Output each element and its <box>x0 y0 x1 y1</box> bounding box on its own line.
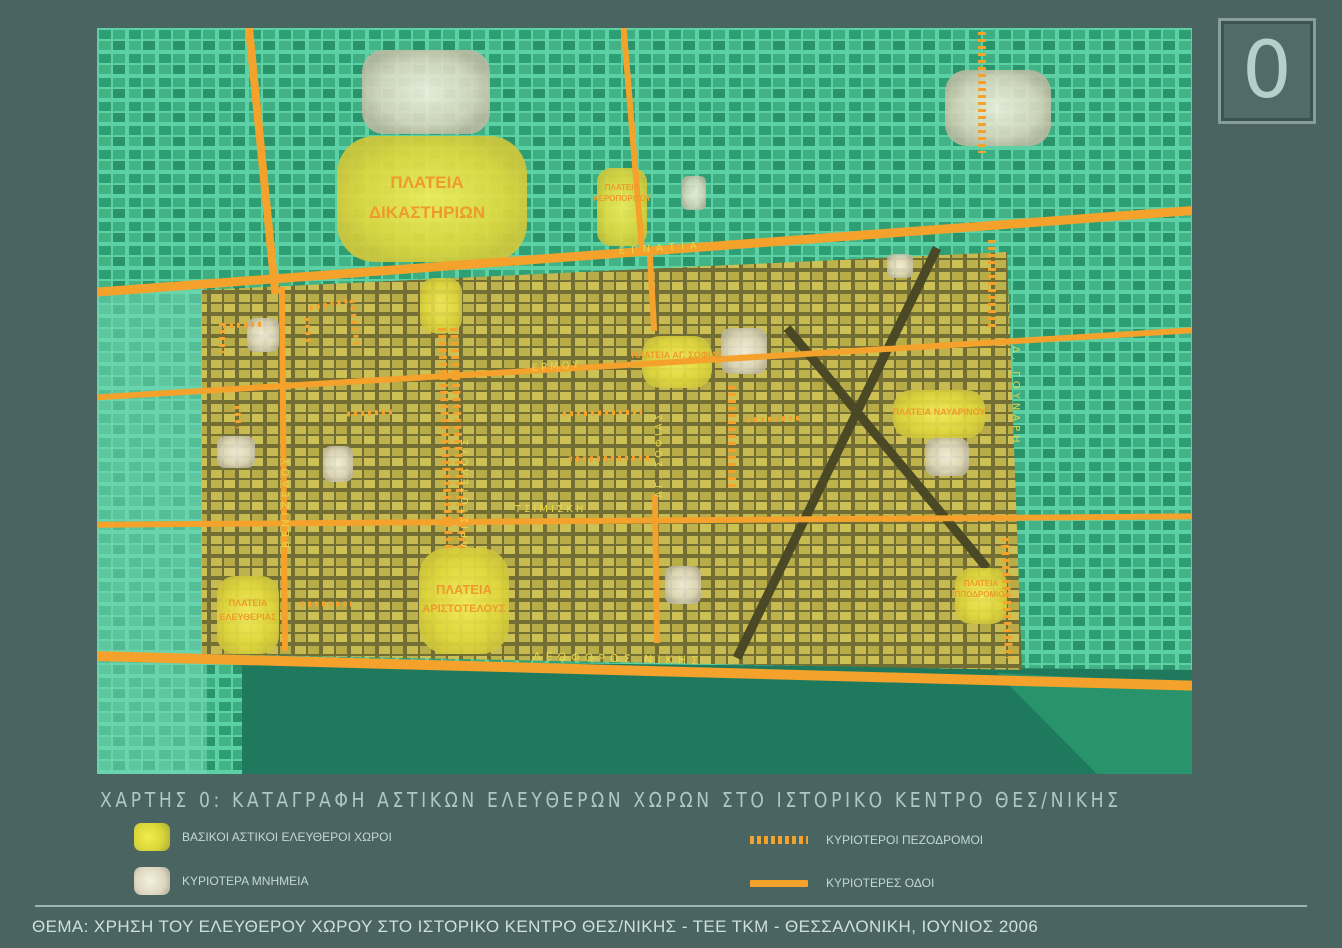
monument-aeropoliton <box>682 176 706 210</box>
square-label-aeropoliton-1: ΠΛΑΤΕΙΑ <box>605 183 640 192</box>
square-label-eleftherias-2: ΕΛΕΥΘΕΡΙΑΣ <box>219 612 277 622</box>
street-label-aristotelous: ΑΡΙΣΤΟΤΕΛΟΥΣ <box>460 436 471 548</box>
legend-pedestrian-streets: ΚΥΡΙΟΤΕΡΟΙ ΠΕΖΟΔΡΟΜΟΙ <box>750 833 983 847</box>
road-agias-sofias-upper <box>646 254 658 332</box>
open-space-dikastirion <box>337 136 527 262</box>
west-district <box>97 288 207 774</box>
monument-agia-sofia <box>721 328 767 374</box>
pedestrian-street-swatch-icon <box>750 836 808 844</box>
square-label-aristotelous-1: ΠΛΑΤΕΙΑ <box>436 582 493 597</box>
footer-text: ΘΕΜΑ: ΧΡΗΣΗ ΤΟΥ ΕΛΕΥΘΕΡΟΥ ΧΩΡΟΥ ΣΤΟ ΙΣΤΟ… <box>32 917 1039 936</box>
street-label-gounari: Δ. ΓΟΥΝΑΡΗ <box>1010 346 1021 447</box>
legend-open-spaces: ΒΑΣΙΚΟΙ ΑΣΤΙΚΟΙ ΕΛΕΥΘΕΡΟΙ ΧΩΡΟΙ <box>134 823 392 851</box>
monument-bezesteni <box>323 446 353 482</box>
legend-main-roads: ΚΥΡΙΟΤΕΡΕΣ ΟΔΟΙ <box>750 876 934 890</box>
open-space-aristotelous-north <box>420 278 462 333</box>
map-canvas: ΕΓΝΑΤΙΑ ΕΡΜΟΥ ΤΣΙΜΙΣΚΗ ΛΕΩΦΟΡΟΣ ΝΙΚΗΣ ΒΕ… <box>97 28 1192 774</box>
map-title: ΧΑΡΤΗΣ 0: ΚΑΤΑΓΡΑΦΗ ΑΣΤΙΚΩΝ ΕΛΕΥΘΕΡΩΝ ΧΩ… <box>100 788 1122 812</box>
square-label-aeropoliton-2: ΑΕΡΟΠΟΡΙΤΟΥ <box>593 194 652 203</box>
footer-divider <box>35 905 1307 907</box>
square-label-navarinou: ΠΛΑΤΕΙΑ ΝΑΥΑΡΙΝΟΥ <box>893 407 986 417</box>
legend-open-spaces-label: ΒΑΣΙΚΟΙ ΑΣΤΙΚΟΙ ΕΛΕΥΘΕΡΟΙ ΧΩΡΟΙ <box>182 830 392 844</box>
legend-monuments: ΚΥΡΙΟΤΕΡΑ ΜΝΗΜΕΙΑ <box>134 867 308 895</box>
street-label-tsimiski: ΤΣΙΜΙΣΚΗ <box>514 504 586 515</box>
open-space-swatch-icon <box>134 823 170 851</box>
street-label-venizelou: ΒΕΝΙΖΕΛΟΥ <box>281 454 292 548</box>
square-label-agias-sofias: ΠΛΑΤΕΙΑ ΑΓ. ΣΟΦΙΑΣ <box>631 350 723 360</box>
square-label-ippodromiou-2: ΙΠΠΟΔΡΟΜΙΟΥ <box>952 590 1010 599</box>
map-number-badge: 0 <box>1218 18 1316 124</box>
square-label-ippodromiou-1: ΠΛΑΤΕΙΑ <box>964 579 999 588</box>
legend-pedestrian-streets-label: ΚΥΡΙΟΤΕΡΟΙ ΠΕΖΟΔΡΟΜΟΙ <box>826 833 984 847</box>
monument-panagia-acheiropoietos <box>925 438 969 476</box>
monument-bey-hamam <box>217 436 255 468</box>
monument-rotonda <box>945 70 1051 146</box>
square-label-aristotelous-2: ΑΡΙΣΤΟΤΕΛΟΥΣ <box>422 603 506 615</box>
city-map: ΕΓΝΑΤΙΑ ΕΡΜΟΥ ΤΣΙΜΙΣΚΗ ΛΕΩΦΟΡΟΣ ΝΙΚΗΣ ΒΕ… <box>97 28 1192 774</box>
legend-main-roads-label: ΚΥΡΙΟΤΕΡΕΣ ΟΔΟΙ <box>826 876 935 890</box>
square-label-dikastirion-1: ΠΛΑΤΕΙΑ <box>390 173 463 192</box>
monument-white-tower-area <box>665 566 701 604</box>
legend-monuments-label: ΚΥΡΙΟΤΕΡΑ ΜΝΗΜΕΙΑ <box>182 874 309 888</box>
road-agias-sofias-lower <box>651 494 661 644</box>
square-label-eleftherias-1: ΠΛΑΤΕΙΑ <box>229 598 268 608</box>
open-space-aristotelous <box>419 548 509 654</box>
street-label-agias-sofias: ΑΓ. ΣΟΦΙΑΣ <box>654 411 665 498</box>
monument-agios-dimitrios <box>887 254 913 278</box>
square-label-dikastirion-2: ΔΙΚΑΣΤΗΡΙΩΝ <box>369 203 485 222</box>
monument-swatch-icon <box>134 867 170 895</box>
main-road-swatch-icon <box>750 879 808 887</box>
monument-roman-agora <box>362 50 490 134</box>
map-number: 0 <box>1242 26 1292 116</box>
